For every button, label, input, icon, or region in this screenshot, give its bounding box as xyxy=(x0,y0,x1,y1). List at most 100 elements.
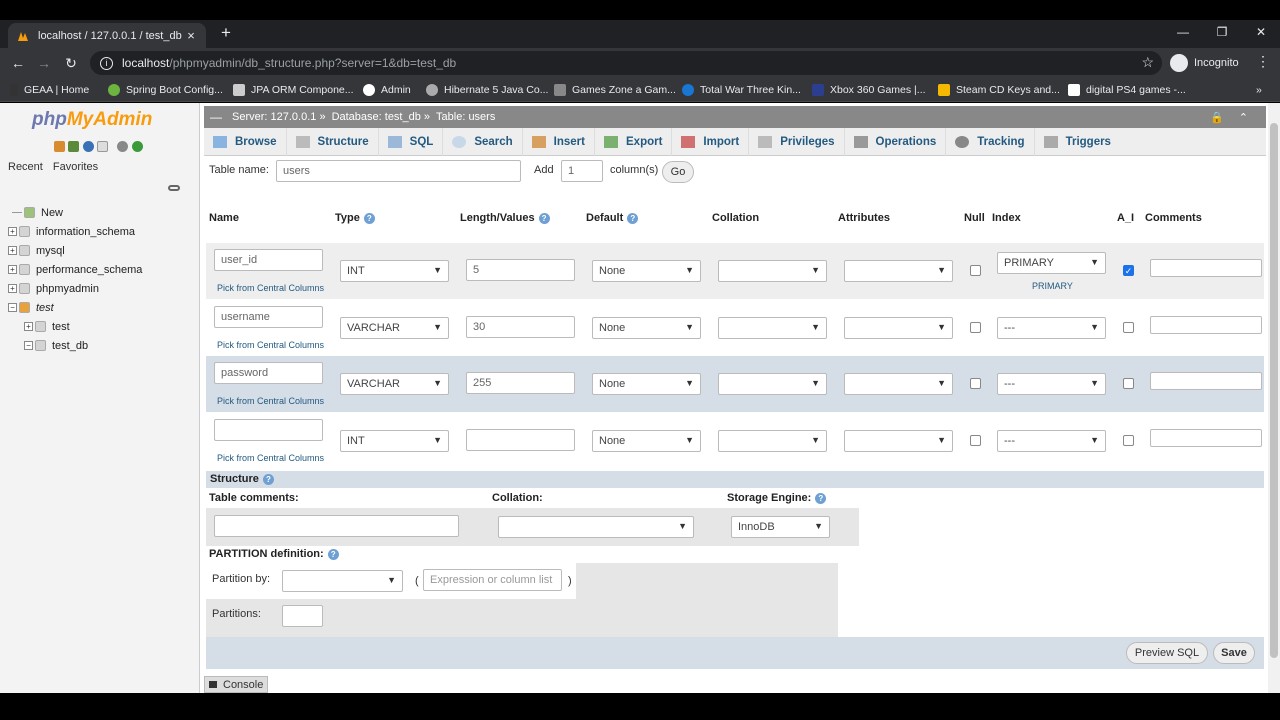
back-icon[interactable]: ← xyxy=(8,53,28,73)
ai-checkbox[interactable] xyxy=(1123,322,1134,333)
vertical-scrollbar[interactable] xyxy=(1268,103,1280,693)
logout-icon[interactable] xyxy=(68,141,79,152)
column-name-input[interactable] xyxy=(214,419,323,441)
bookmark-item[interactable]: Admin xyxy=(363,82,411,98)
index-select[interactable]: PRIMARY ▼ xyxy=(997,252,1106,274)
expression-input[interactable]: Expression or column list xyxy=(423,569,562,591)
table-comments-input[interactable] xyxy=(214,515,459,537)
attributes-select[interactable]: ▼ xyxy=(844,317,953,339)
incognito-indicator[interactable]: Incognito xyxy=(1170,54,1239,72)
help-icon[interactable]: ? xyxy=(327,548,339,560)
collapse-icon[interactable]: − xyxy=(8,303,17,312)
preview-sql-button[interactable]: Preview SQL xyxy=(1126,642,1208,664)
url-bar[interactable]: i localhost /phpmyadmin/db_structure.php… xyxy=(90,51,1162,75)
bookmark-item[interactable]: Games Zone a Gam... xyxy=(554,82,676,98)
browser-menu-icon[interactable]: ⋮ xyxy=(1256,53,1270,70)
comment-input[interactable] xyxy=(1150,316,1262,334)
default-select[interactable]: None ▼ xyxy=(592,260,701,282)
length-input[interactable]: 30 xyxy=(466,316,575,338)
new-tab-icon[interactable]: + xyxy=(216,23,236,43)
console-toggle[interactable]: Console xyxy=(204,676,268,693)
index-select[interactable]: --- ▼ xyxy=(997,430,1106,452)
collation-select[interactable]: ▼ xyxy=(718,373,827,395)
type-select[interactable]: VARCHAR ▼ xyxy=(340,373,449,395)
add-columns-input[interactable]: 1 xyxy=(561,160,603,182)
expand-icon[interactable]: + xyxy=(8,284,17,293)
attributes-select[interactable]: ▼ xyxy=(844,260,953,282)
partitions-input[interactable] xyxy=(282,605,323,627)
tree-item-test-db[interactable]: − test_db xyxy=(8,336,198,355)
tab-insert[interactable]: Insert xyxy=(523,128,595,156)
length-input[interactable] xyxy=(466,429,575,451)
column-name-input[interactable]: user_id xyxy=(214,249,323,271)
expand-icon[interactable]: + xyxy=(8,265,17,274)
collation-select[interactable]: ▼ xyxy=(718,260,827,282)
help-icon[interactable] xyxy=(83,141,94,152)
expand-icon[interactable]: + xyxy=(8,227,17,236)
tab-export[interactable]: Export xyxy=(595,128,673,156)
help-icon[interactable]: ? xyxy=(538,212,550,224)
ai-checkbox[interactable] xyxy=(1123,378,1134,389)
default-select[interactable]: None ▼ xyxy=(592,317,701,339)
length-input[interactable]: 255 xyxy=(466,372,575,394)
bookmark-item[interactable]: digital PS4 games -... xyxy=(1068,82,1186,98)
help-icon[interactable]: ? xyxy=(262,473,274,485)
pick-central-columns-link[interactable]: Pick from Central Columns xyxy=(217,283,324,293)
tree-item-information-schema[interactable]: + information_schema xyxy=(8,222,198,241)
pick-central-columns-link[interactable]: Pick from Central Columns xyxy=(217,340,324,350)
partition-by-select[interactable]: ▼ xyxy=(282,570,403,592)
bookmark-item[interactable]: Steam CD Keys and... xyxy=(938,82,1060,98)
minimize-window-icon[interactable]: — xyxy=(1164,20,1202,48)
tree-item-mysql[interactable]: + mysql xyxy=(8,241,198,260)
collation-select[interactable]: ▼ xyxy=(718,430,827,452)
bookmark-item[interactable]: Total War Three Kin... xyxy=(682,82,801,98)
expand-icon[interactable]: + xyxy=(24,322,33,331)
breadcrumb-table[interactable]: Table: users xyxy=(436,111,495,123)
forward-icon[interactable]: → xyxy=(34,53,54,73)
phpmyadmin-logo[interactable]: phpMyAdmin xyxy=(32,109,152,131)
column-name-input[interactable]: password xyxy=(214,362,323,384)
bookmark-item[interactable]: JPA ORM Compone... xyxy=(233,82,354,98)
tree-item-test[interactable]: + test xyxy=(8,317,198,336)
pick-central-columns-link[interactable]: Pick from Central Columns xyxy=(217,453,324,463)
lock-icon[interactable]: 🔒 xyxy=(1210,111,1224,124)
help-icon[interactable]: ? xyxy=(815,492,827,504)
table-collation-select[interactable]: ▼ xyxy=(498,516,694,538)
more-bookmarks-icon[interactable]: » xyxy=(1256,82,1262,98)
browser-tab[interactable]: localhost / 127.0.0.1 / test_db / u × xyxy=(8,23,206,48)
null-checkbox[interactable] xyxy=(970,322,981,333)
attributes-select[interactable]: ▼ xyxy=(844,430,953,452)
tree-item-test-group[interactable]: − test xyxy=(8,298,198,317)
length-input[interactable]: 5 xyxy=(466,259,575,281)
close-window-icon[interactable]: ✕ xyxy=(1242,20,1280,48)
recent-tab[interactable]: Recent xyxy=(8,161,43,173)
type-select[interactable]: VARCHAR ▼ xyxy=(340,317,449,339)
table-name-input[interactable]: users xyxy=(276,160,521,182)
collapse-icon[interactable]: − xyxy=(24,341,33,350)
restore-window-icon[interactable]: ❐ xyxy=(1203,20,1241,48)
comment-input[interactable] xyxy=(1150,372,1262,390)
tab-structure[interactable]: Structure xyxy=(287,128,379,156)
default-select[interactable]: None ▼ xyxy=(592,373,701,395)
storage-engine-select[interactable]: InnoDB ▼ xyxy=(731,516,830,538)
pick-central-columns-link[interactable]: Pick from Central Columns xyxy=(217,396,324,406)
help-icon[interactable]: ? xyxy=(363,212,375,224)
ai-checkbox[interactable] xyxy=(1123,435,1134,446)
docs-icon[interactable] xyxy=(97,141,108,152)
tab-triggers[interactable]: Triggers xyxy=(1035,128,1120,156)
home-icon[interactable] xyxy=(54,141,65,152)
tree-item-phpmyadmin[interactable]: + phpmyadmin xyxy=(8,279,198,298)
comment-input[interactable] xyxy=(1150,429,1262,447)
tab-operations[interactable]: Operations xyxy=(845,128,947,156)
index-select[interactable]: --- ▼ xyxy=(997,317,1106,339)
favorites-tab[interactable]: Favorites xyxy=(53,161,98,173)
menu-up-icon[interactable]: ⌃ xyxy=(1239,111,1248,124)
ai-checkbox[interactable]: ✓ xyxy=(1123,265,1134,276)
bookmark-item[interactable]: Xbox 360 Games |... xyxy=(812,82,926,98)
scrollbar-thumb[interactable] xyxy=(1270,123,1278,658)
column-name-input[interactable]: username xyxy=(214,306,323,328)
type-select[interactable]: INT ▼ xyxy=(340,430,449,452)
tree-item-new[interactable]: New xyxy=(8,203,198,222)
expand-icon[interactable]: + xyxy=(8,246,17,255)
help-icon[interactable]: ? xyxy=(627,212,639,224)
